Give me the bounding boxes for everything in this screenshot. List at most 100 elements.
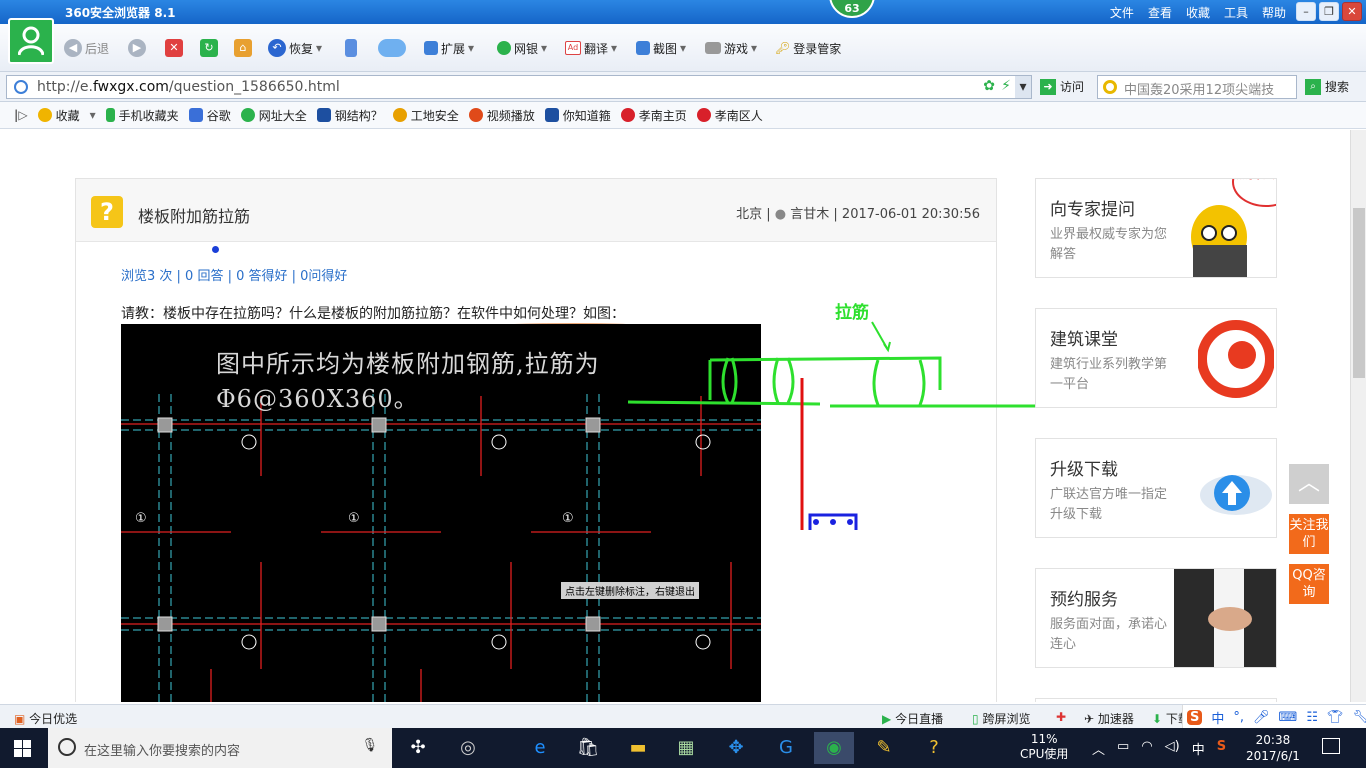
minimize-button[interactable]: – <box>1296 2 1316 21</box>
translate-button[interactable]: Ad 翻译 ▾ <box>565 38 617 58</box>
refresh-button[interactable]: ↻ <box>200 38 218 58</box>
fav-item[interactable]: 网址大全 <box>240 107 307 124</box>
menu-help[interactable]: 帮助 <box>1262 4 1286 21</box>
taskbar-app[interactable]: ✎ <box>864 732 904 764</box>
follow-us-button[interactable]: 关注我们 <box>1289 514 1329 554</box>
fav-item[interactable]: 钢结构？ <box>316 107 383 124</box>
forward-button[interactable]: ▶ <box>128 38 146 58</box>
taskbar-app-active[interactable]: ◉ <box>814 732 854 764</box>
home-button[interactable]: ⌂ <box>234 38 252 58</box>
taskbar-app[interactable]: ? <box>914 732 954 764</box>
cad-label: ① <box>135 511 147 526</box>
forward-arrow-icon: ▶ <box>128 39 146 57</box>
phone-icon <box>105 108 115 122</box>
wifi-icon[interactable]: ◠ <box>1141 739 1152 758</box>
taskbar-app[interactable]: ✣ <box>398 732 438 764</box>
menu-favorites[interactable]: 收藏 <box>1186 4 1210 21</box>
cpu-usage[interactable]: 11% CPU使用 <box>1020 732 1068 762</box>
360-browser-icon: ◎ <box>460 737 476 758</box>
search-engine-icon <box>1103 80 1117 94</box>
back-button[interactable]: ◀ 后退 <box>64 38 109 58</box>
qq-consult-button[interactable]: QQ咨询 <box>1289 564 1329 604</box>
question-author[interactable]: 言甘木 <box>790 207 829 222</box>
taskbar-search-input[interactable]: 在这里输入你要搜索的内容 🎙︎ <box>48 728 392 768</box>
question-title: 楼板附加筋拉筋 <box>138 207 251 226</box>
speed-mode-icon[interactable]: ⚡ <box>1001 78 1011 94</box>
notification-icon[interactable] <box>1322 738 1340 754</box>
sogou-tray-icon[interactable]: S <box>1217 739 1226 758</box>
url-input[interactable]: http://e.fwxgx.com/question_1586650.html… <box>6 75 1032 99</box>
cross-screen-button[interactable]: ▯ 跨屏浏览 <box>972 710 1030 727</box>
live-button[interactable]: ▶ 今日直播 <box>882 710 943 727</box>
go-button[interactable]: ➜ 访问 <box>1040 78 1084 95</box>
folder-icon: ▬ <box>629 737 647 758</box>
upgrade-download-card[interactable]: 升级下载 广联达官方唯一指定升级下载 <box>1035 438 1277 538</box>
windows-start-icon[interactable] <box>14 740 31 757</box>
extensions-button[interactable]: 扩展 ▾ <box>424 38 474 58</box>
taskbar-app[interactable]: G <box>766 732 806 764</box>
taskbar-app[interactable]: ▦ <box>666 732 706 764</box>
fav-item[interactable]: 孝南主页 <box>620 107 687 124</box>
ime-indicator[interactable]: 中 <box>1192 739 1205 758</box>
question-mark-icon: ? <box>91 196 123 228</box>
menu-view[interactable]: 查看 <box>1148 4 1172 21</box>
windows-taskbar: 在这里输入你要搜索的内容 🎙︎ ✣ ◎ e 🛍︎ ▬ ▦ ✥ G ◉ ✎ ? 1… <box>0 728 1366 768</box>
fav-item[interactable]: 收藏 ▾ <box>37 107 96 124</box>
google-icon <box>188 108 203 122</box>
fav-item[interactable]: 孝南区人 <box>696 107 763 124</box>
add-icon[interactable]: ✚ <box>1056 710 1066 724</box>
site-icon <box>392 108 407 122</box>
cloud-button[interactable] <box>378 38 406 58</box>
gamepad-icon <box>705 42 721 54</box>
url-dropdown-icon[interactable]: ▾ <box>1015 76 1031 98</box>
mobile-button[interactable] <box>345 38 357 58</box>
ask-expert-card[interactable]: 向专家提问 业界最权威专家为您解答 点我提问哦 <box>1035 178 1277 278</box>
question-location: 北京 <box>736 207 763 222</box>
menu-file[interactable]: 文件 <box>1110 4 1134 21</box>
secure-check-icon: ✿ <box>983 78 995 94</box>
search-button[interactable]: ⌕ 搜索 <box>1305 78 1349 95</box>
network-device-icon[interactable]: ▭ <box>1117 739 1129 758</box>
window-controls: – ❐ ✕ <box>1296 2 1362 21</box>
taskbar-app[interactable]: ◎ <box>448 732 488 764</box>
building-course-card[interactable]: 建筑课堂 建筑行业系列教学第一平台 <box>1035 308 1277 408</box>
scrollbar-thumb[interactable] <box>1353 208 1365 378</box>
fav-item[interactable]: 工地安全 <box>392 107 459 124</box>
cad-tooltip: 点击左键删除标注，右键退出 <box>561 582 699 599</box>
fav-item[interactable]: 谷歌 <box>188 107 231 124</box>
ime-toolbar[interactable]: S 中 °, 🎤︎ ⌨ ☷ 👕︎ 🔧︎ <box>1182 705 1366 729</box>
back-to-top-icon[interactable]: ︿ <box>1289 464 1329 504</box>
fav-item[interactable]: 手机收藏夹 <box>105 107 179 124</box>
mic-icon: 🎤︎ <box>1253 709 1270 725</box>
stop-button[interactable]: ✕ <box>165 38 183 58</box>
games-button[interactable]: 游戏 ▾ <box>705 38 757 58</box>
search-input[interactable]: 中国轰20采用12项尖端技 <box>1097 75 1297 99</box>
user-avatar[interactable] <box>8 18 54 64</box>
fav-item[interactable]: 视频播放 <box>468 107 535 124</box>
sidebar-toggle-icon[interactable]: |▷ <box>14 108 28 122</box>
page-scrollbar[interactable] <box>1350 130 1366 702</box>
site-icon <box>316 108 331 122</box>
question-stats[interactable]: 浏览3 次 | 0 回答 | 0 答得好 | 0问得好 <box>121 265 347 284</box>
today-pick[interactable]: ▣ 今日优选 <box>14 710 77 727</box>
cad-label: ① <box>562 511 574 526</box>
login-manager-button[interactable]: 🔑︎ 登录管家 <box>775 38 841 58</box>
taskbar-app[interactable]: ▬ <box>618 732 658 764</box>
screenshot-button[interactable]: 截图 ▾ <box>636 38 686 58</box>
taskbar-app[interactable]: e <box>520 732 560 764</box>
banking-button[interactable]: 网银 ▾ <box>497 38 547 58</box>
favorites-bar: |▷ 收藏 ▾ 手机收藏夹 谷歌 网址大全 钢结构？ 工地安全 视频播放 你知道箍… <box>0 102 1366 129</box>
close-button[interactable]: ✕ <box>1342 2 1362 21</box>
accelerator-button[interactable]: ✈ 加速器 <box>1084 710 1134 727</box>
clock[interactable]: 20:38 2017/6/1 <box>1246 732 1300 764</box>
appointment-card[interactable]: 预约服务 服务面对面，承诺心连心 <box>1035 568 1277 668</box>
fav-item[interactable]: 你知道箍 <box>544 107 611 124</box>
show-hidden-icon[interactable]: ︿ <box>1092 739 1105 758</box>
restore-button[interactable]: ❐ <box>1319 2 1339 21</box>
restore-tab-button[interactable]: ↶ 恢复 ▾ <box>268 38 322 58</box>
taskbar-app[interactable]: 🛍︎ <box>568 732 608 764</box>
menu-tools[interactable]: 工具 <box>1224 4 1248 21</box>
volume-icon[interactable]: ◁) <box>1165 739 1180 758</box>
sogou-logo-icon: S <box>1187 709 1203 725</box>
taskbar-app[interactable]: ✥ <box>716 732 756 764</box>
